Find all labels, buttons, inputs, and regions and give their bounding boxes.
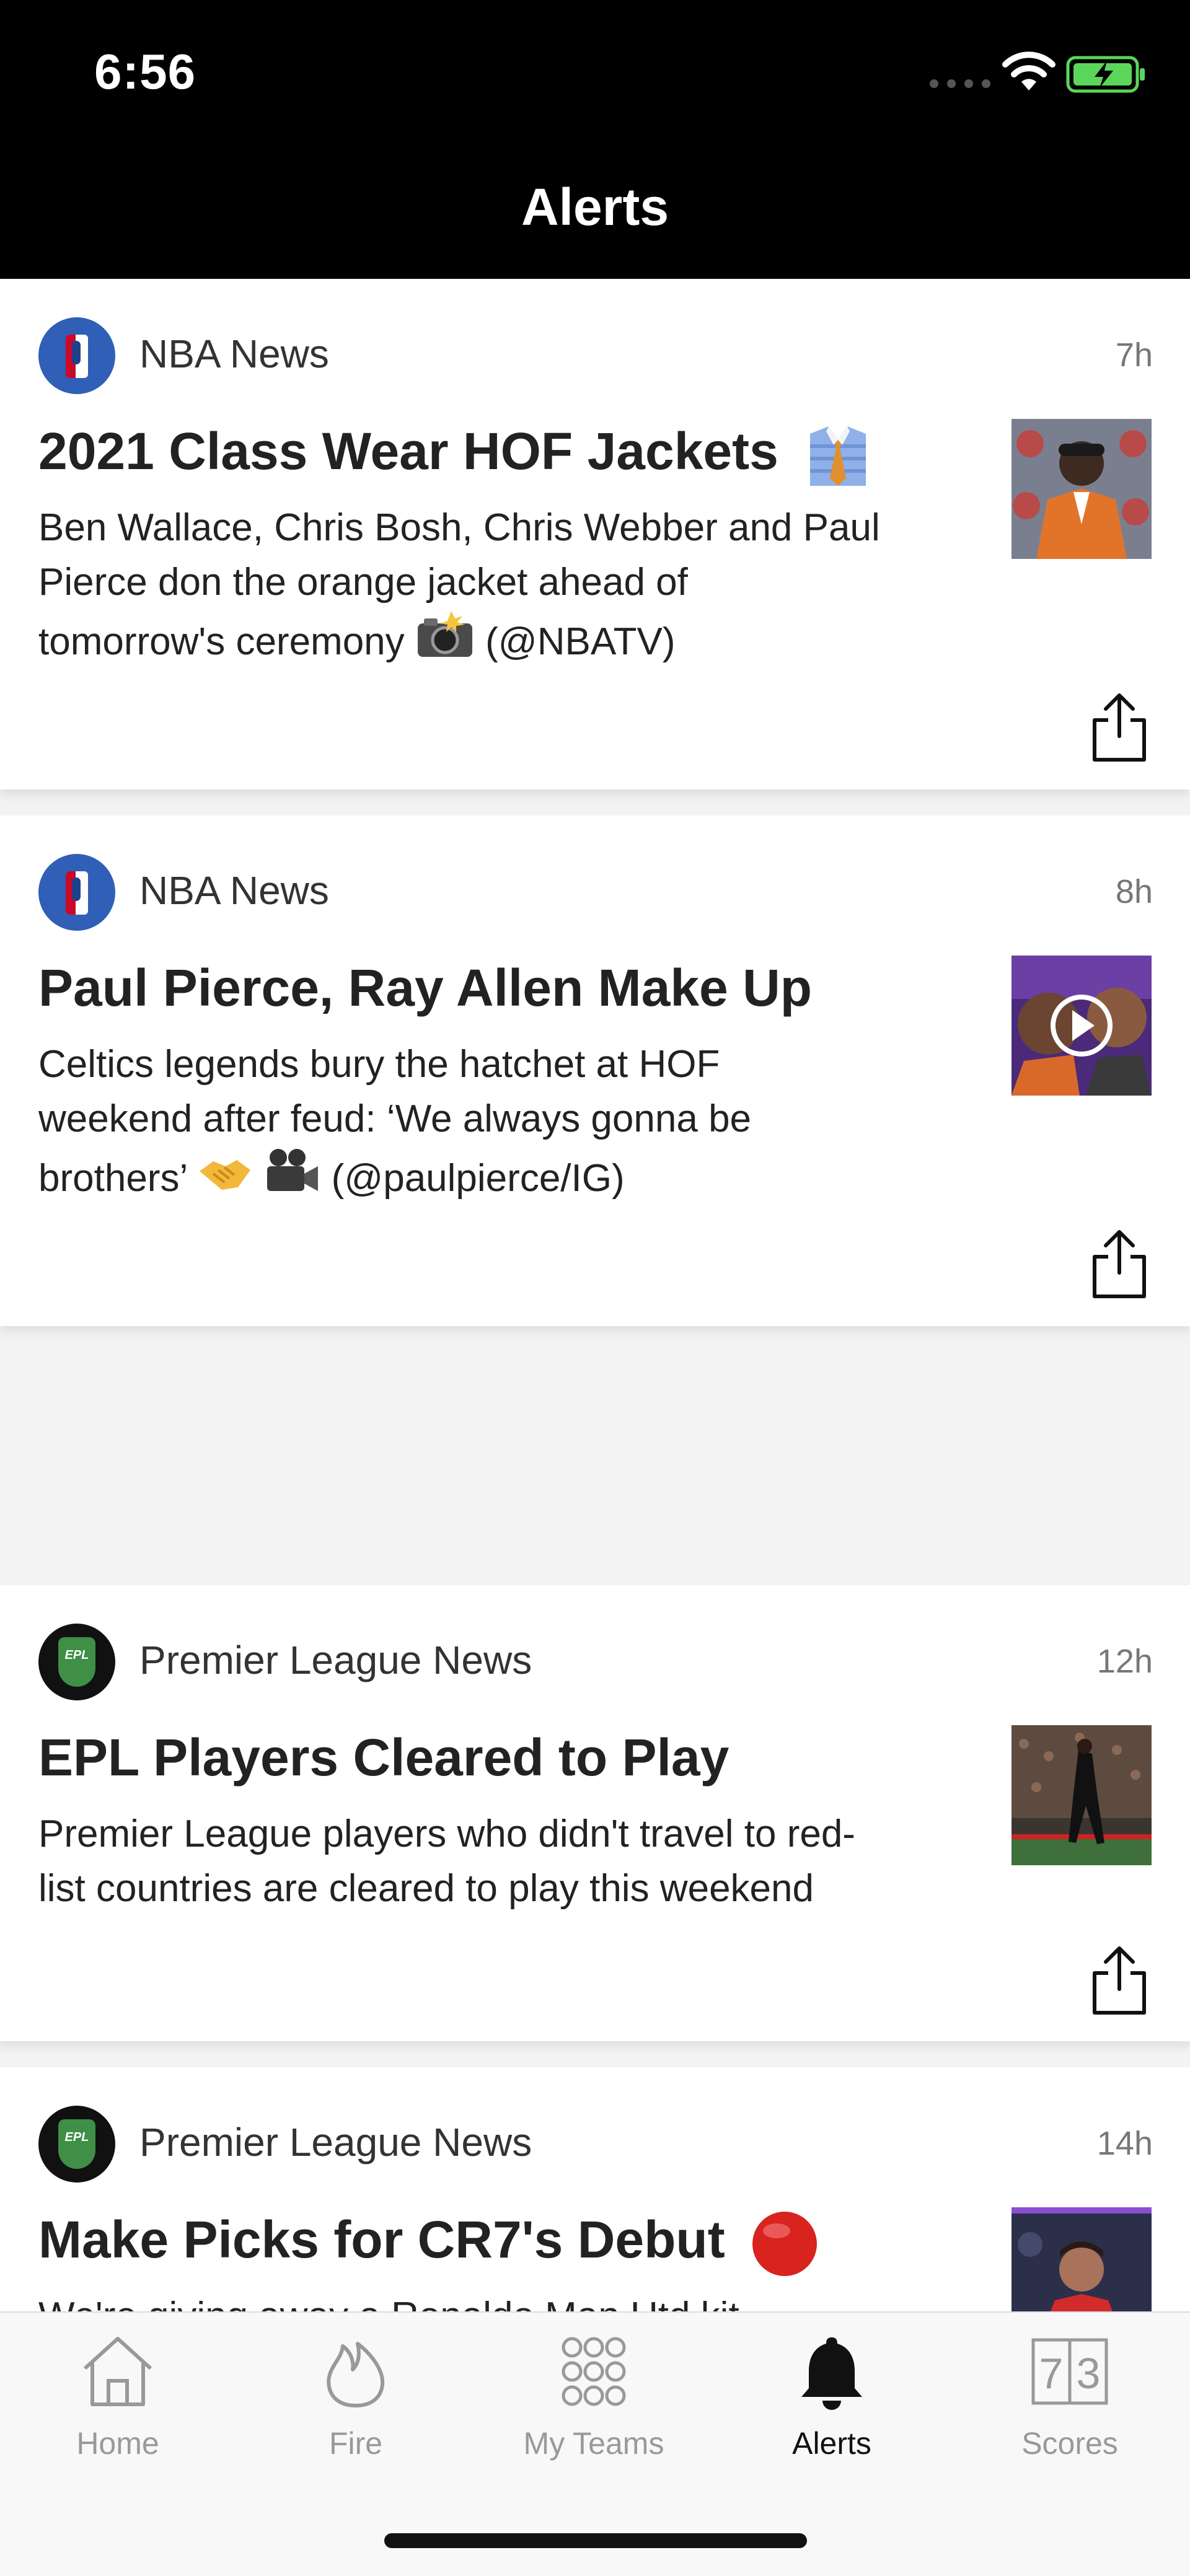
bell-icon [801, 2337, 862, 2410]
alert-thumbnail[interactable] [1011, 2207, 1152, 2311]
alert-source: NBA News [139, 868, 329, 913]
tab-label: Fire [328, 2426, 383, 2461]
handshake-icon [200, 1160, 251, 1190]
red-circle-icon [752, 2212, 818, 2276]
grid-icon [562, 2337, 626, 2406]
alert-source: NBA News [139, 332, 329, 376]
nba-logo [38, 854, 115, 931]
alert-time: 14h [1096, 2125, 1153, 2162]
tab-label: Scores [1021, 2426, 1118, 2461]
alert-headline: Paul Pierce, Ray Allen Make Up [38, 959, 813, 1017]
tab-label: Alerts [792, 2426, 871, 2461]
nba-logo [38, 317, 115, 394]
alert-time: 7h [1115, 336, 1153, 374]
status-time: 6:56 [94, 44, 196, 99]
tab-my-teams[interactable]: My Teams [501, 2331, 687, 2461]
tab-label: My Teams [523, 2426, 664, 2461]
tab-label: Home [76, 2426, 159, 2461]
alert-summary: Premier League players who didn't travel… [38, 1813, 855, 1910]
alert-summary: Celtics legends bury the hatchet at HOF … [38, 1043, 752, 1200]
battery-charging-icon [1066, 56, 1145, 93]
alert-source: Premier League News [139, 2120, 532, 2165]
alert-source: Premier League News [139, 1638, 532, 1682]
alert-summary: We're giving away a Ronaldo Man Utd kit [38, 2289, 987, 2311]
share-icon[interactable] [1091, 693, 1148, 762]
alert-summary: Ben Wallace, Chris Bosh, Chris Webber an… [38, 506, 880, 663]
alert-time: 12h [1096, 1643, 1153, 1680]
alert-headline: EPL Players Cleared to Play [38, 1728, 729, 1787]
alert-thumbnail[interactable] [1011, 1725, 1152, 1865]
wifi-icon [1002, 51, 1056, 90]
alert-card[interactable]: EPL Premier League News 12h EPL Players … [0, 1585, 1190, 2041]
alert-headline: 2021 Class Wear HOF Jackets [38, 421, 872, 490]
alert-headline: Make Picks for CR7's Debut [38, 2210, 819, 2278]
tab-home[interactable]: Home [25, 2331, 211, 2461]
tab-scores[interactable]: 7 3 Scores [977, 2331, 1163, 2461]
status-and-header: 6:56 Alerts [0, 0, 1190, 279]
home-indicator[interactable] [384, 2533, 807, 2548]
cellular-signal-icon [930, 79, 990, 88]
scores-icon-digit-right: 3 [1077, 2349, 1101, 2398]
alert-card[interactable]: NBA News 7h 2021 Class Wear HOF Jackets … [0, 279, 1190, 789]
necktie-shirt-icon [810, 426, 866, 486]
movie-camera-icon [267, 1149, 319, 1191]
fire-icon [327, 2342, 385, 2407]
tab-alerts[interactable]: Alerts [739, 2331, 925, 2461]
alert-thumbnail[interactable] [1011, 419, 1152, 559]
epl-logo: EPL [38, 2106, 115, 2183]
epl-logo: EPL [38, 1624, 115, 1700]
tab-fire[interactable]: Fire [263, 2331, 449, 2461]
scores-icon-digit-left: 7 [1039, 2349, 1064, 2398]
alert-video-thumbnail[interactable] [1011, 956, 1152, 1096]
alert-time: 8h [1115, 873, 1153, 910]
camera-flash-icon [417, 611, 472, 657]
alert-card[interactable]: EPL Premier League News 14h Make Picks f… [0, 2067, 1190, 2311]
page-title: Alerts [521, 178, 669, 236]
share-icon[interactable] [1091, 1946, 1148, 2015]
share-icon[interactable] [1091, 1229, 1148, 1299]
alert-card[interactable]: NBA News 8h Paul Pierce, Ray Allen Make … [0, 815, 1190, 1326]
home-icon [83, 2337, 152, 2406]
scoreboard-icon: 7 3 [1031, 2338, 1108, 2405]
